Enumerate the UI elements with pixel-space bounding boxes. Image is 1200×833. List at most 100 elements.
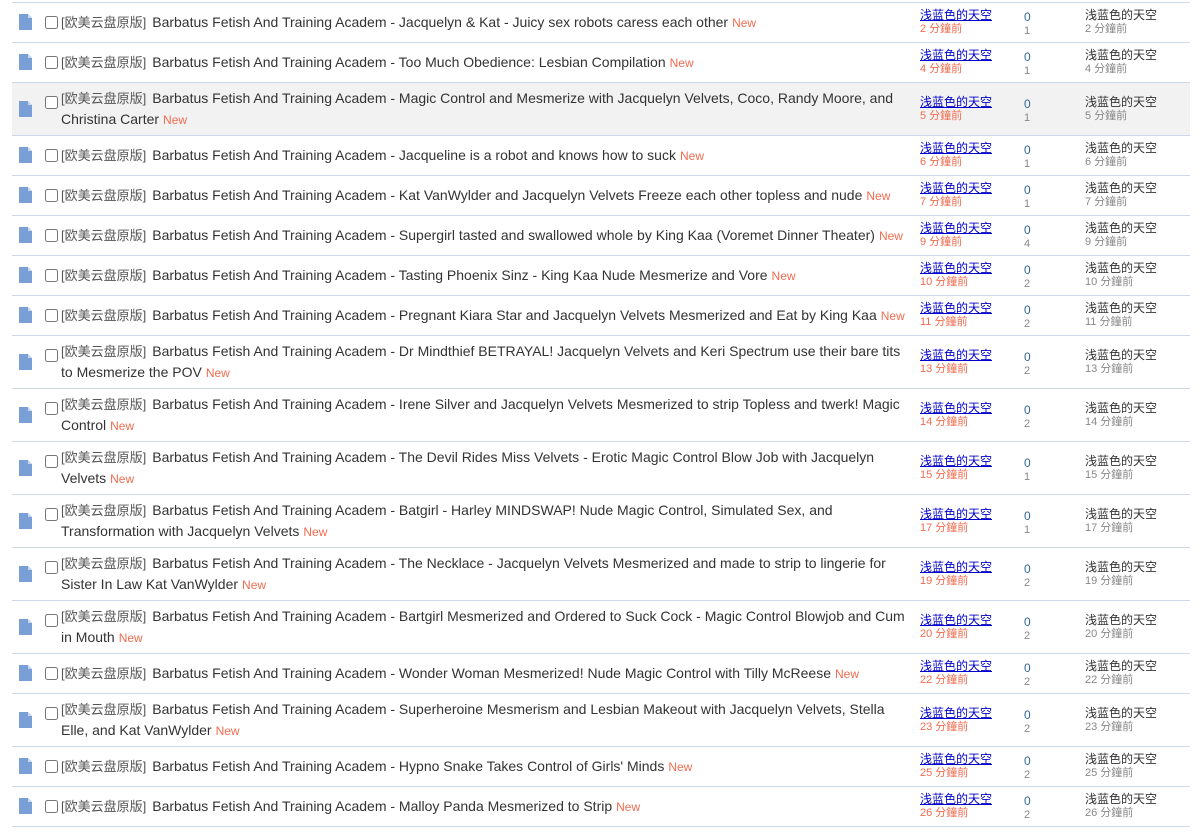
thread-row[interactable]: [欧美云盘原版] Barbatus Fetish And Training Aca… bbox=[12, 389, 1190, 442]
reply-count[interactable]: 0 bbox=[1024, 143, 1031, 157]
last-poster-link[interactable]: 浅蓝色的天空 bbox=[1085, 8, 1157, 22]
author-link[interactable]: 浅蓝色的天空 bbox=[920, 401, 992, 415]
author-link[interactable]: 浅蓝色的天空 bbox=[920, 141, 992, 155]
thread-title-link[interactable]: Barbatus Fetish And Training Academ - Dr… bbox=[61, 343, 900, 380]
author-link[interactable]: 浅蓝色的天空 bbox=[920, 221, 992, 235]
document-icon[interactable] bbox=[19, 798, 32, 814]
thread-row[interactable]: [欧美云盘原版] Barbatus Fetish And Training Aca… bbox=[12, 442, 1190, 495]
thread-row[interactable]: [欧美云盘原版] Barbatus Fetish And Training Aca… bbox=[12, 43, 1190, 83]
thread-title-link[interactable]: Barbatus Fetish And Training Academ - Ka… bbox=[152, 187, 862, 203]
document-icon[interactable] bbox=[19, 14, 32, 30]
reply-count[interactable]: 0 bbox=[1024, 183, 1031, 197]
document-icon[interactable] bbox=[19, 665, 32, 681]
last-poster-link[interactable]: 浅蓝色的天空 bbox=[1085, 95, 1157, 109]
document-icon[interactable] bbox=[19, 307, 32, 323]
last-poster-link[interactable]: 浅蓝色的天空 bbox=[1085, 613, 1157, 627]
author-link[interactable]: 浅蓝色的天空 bbox=[920, 181, 992, 195]
thread-title-link[interactable]: Barbatus Fetish And Training Academ - Wo… bbox=[152, 665, 831, 681]
author-link[interactable]: 浅蓝色的天空 bbox=[920, 507, 992, 521]
author-link[interactable]: 浅蓝色的天空 bbox=[920, 95, 992, 109]
thread-select-checkbox[interactable] bbox=[45, 16, 58, 29]
thread-row[interactable]: [欧美云盘原版] Barbatus Fetish And Training Aca… bbox=[12, 216, 1190, 256]
last-poster-link[interactable]: 浅蓝色的天空 bbox=[1085, 48, 1157, 62]
last-poster-link[interactable]: 浅蓝色的天空 bbox=[1085, 181, 1157, 195]
thread-row[interactable]: [欧美云盘原版] Barbatus Fetish And Training Aca… bbox=[12, 787, 1190, 827]
thread-select-checkbox[interactable] bbox=[45, 800, 58, 813]
reply-count[interactable]: 0 bbox=[1024, 615, 1031, 629]
thread-title-link[interactable]: Barbatus Fetish And Training Academ - Su… bbox=[152, 227, 875, 243]
thread-select-checkbox[interactable] bbox=[45, 269, 58, 282]
thread-select-checkbox[interactable] bbox=[45, 56, 58, 69]
author-link[interactable]: 浅蓝色的天空 bbox=[920, 261, 992, 275]
thread-title-link[interactable]: Barbatus Fetish And Training Academ - Th… bbox=[61, 555, 886, 592]
document-icon[interactable] bbox=[19, 459, 32, 476]
reply-count[interactable]: 0 bbox=[1024, 50, 1031, 64]
thread-row[interactable]: [欧美云盘原版] Barbatus Fetish And Training Aca… bbox=[12, 3, 1190, 43]
thread-title-link[interactable]: Barbatus Fetish And Training Academ - Th… bbox=[61, 449, 874, 486]
last-poster-link[interactable]: 浅蓝色的天空 bbox=[1085, 507, 1157, 521]
thread-title-link[interactable]: Barbatus Fetish And Training Academ - Ja… bbox=[152, 14, 728, 30]
document-icon[interactable] bbox=[19, 267, 32, 283]
thread-select-checkbox[interactable] bbox=[45, 149, 58, 162]
thread-row[interactable]: [欧美云盘原版] Barbatus Fetish And Training Aca… bbox=[12, 747, 1190, 787]
reply-count[interactable]: 0 bbox=[1024, 562, 1031, 576]
reply-count[interactable]: 0 bbox=[1024, 303, 1031, 317]
thread-select-checkbox[interactable] bbox=[45, 508, 58, 521]
author-link[interactable]: 浅蓝色的天空 bbox=[920, 752, 992, 766]
last-poster-link[interactable]: 浅蓝色的天空 bbox=[1085, 560, 1157, 574]
thread-select-checkbox[interactable] bbox=[45, 667, 58, 680]
thread-select-checkbox[interactable] bbox=[45, 760, 58, 773]
thread-title-link[interactable]: Barbatus Fetish And Training Academ - Ba… bbox=[61, 502, 833, 539]
reply-count[interactable]: 0 bbox=[1024, 97, 1031, 111]
author-link[interactable]: 浅蓝色的天空 bbox=[920, 706, 992, 720]
reply-count[interactable]: 0 bbox=[1024, 10, 1031, 24]
thread-row[interactable]: [欧美云盘原版] Barbatus Fetish And Training Aca… bbox=[12, 136, 1190, 176]
thread-select-checkbox[interactable] bbox=[45, 189, 58, 202]
thread-row[interactable]: [欧美云盘原版] Barbatus Fetish And Training Aca… bbox=[12, 256, 1190, 296]
last-poster-link[interactable]: 浅蓝色的天空 bbox=[1085, 792, 1157, 806]
last-poster-link[interactable]: 浅蓝色的天空 bbox=[1085, 348, 1157, 362]
document-icon[interactable] bbox=[19, 54, 32, 70]
document-icon[interactable] bbox=[19, 711, 32, 728]
document-icon[interactable] bbox=[19, 512, 32, 529]
author-link[interactable]: 浅蓝色的天空 bbox=[920, 659, 992, 673]
thread-title-link[interactable]: Barbatus Fetish And Training Academ - Pr… bbox=[152, 307, 877, 323]
reply-count[interactable]: 0 bbox=[1024, 509, 1031, 523]
thread-title-link[interactable]: Barbatus Fetish And Training Academ - Ma… bbox=[152, 798, 612, 814]
author-link[interactable]: 浅蓝色的天空 bbox=[920, 8, 992, 22]
thread-title-link[interactable]: Barbatus Fetish And Training Academ - Ta… bbox=[152, 267, 767, 283]
thread-select-checkbox[interactable] bbox=[45, 229, 58, 242]
document-icon[interactable] bbox=[19, 565, 32, 582]
reply-count[interactable]: 0 bbox=[1024, 263, 1031, 277]
last-poster-link[interactable]: 浅蓝色的天空 bbox=[1085, 752, 1157, 766]
document-icon[interactable] bbox=[19, 758, 32, 774]
thread-title-link[interactable]: Barbatus Fetish And Training Academ - To… bbox=[152, 54, 665, 70]
thread-row[interactable]: [欧美云盘原版] Barbatus Fetish And Training Aca… bbox=[12, 176, 1190, 216]
thread-row[interactable]: [欧美云盘原版] Barbatus Fetish And Training Aca… bbox=[12, 548, 1190, 601]
author-link[interactable]: 浅蓝色的天空 bbox=[920, 792, 992, 806]
document-icon[interactable] bbox=[19, 187, 32, 203]
thread-row[interactable]: [欧美云盘原版] Barbatus Fetish And Training Aca… bbox=[12, 495, 1190, 548]
document-icon[interactable] bbox=[19, 227, 32, 243]
thread-select-checkbox[interactable] bbox=[45, 455, 58, 468]
author-link[interactable]: 浅蓝色的天空 bbox=[920, 48, 992, 62]
thread-select-checkbox[interactable] bbox=[45, 402, 58, 415]
last-poster-link[interactable]: 浅蓝色的天空 bbox=[1085, 706, 1157, 720]
reply-count[interactable]: 0 bbox=[1024, 754, 1031, 768]
thread-row[interactable]: [欧美云盘原版] Barbatus Fetish And Training Aca… bbox=[12, 654, 1190, 694]
author-link[interactable]: 浅蓝色的天空 bbox=[920, 454, 992, 468]
last-poster-link[interactable]: 浅蓝色的天空 bbox=[1085, 454, 1157, 468]
thread-select-checkbox[interactable] bbox=[45, 614, 58, 627]
reply-count[interactable]: 0 bbox=[1024, 794, 1031, 808]
thread-select-checkbox[interactable] bbox=[45, 707, 58, 720]
author-link[interactable]: 浅蓝色的天空 bbox=[920, 613, 992, 627]
thread-title-link[interactable]: Barbatus Fetish And Training Academ - Su… bbox=[61, 701, 885, 738]
thread-title-link[interactable]: Barbatus Fetish And Training Academ - Ir… bbox=[61, 396, 900, 433]
thread-title-link[interactable]: Barbatus Fetish And Training Academ - Ja… bbox=[152, 147, 676, 163]
thread-select-checkbox[interactable] bbox=[45, 96, 58, 109]
document-icon[interactable] bbox=[19, 406, 32, 423]
document-icon[interactable] bbox=[19, 353, 32, 370]
thread-row[interactable]: [欧美云盘原版] Barbatus Fetish And Training Aca… bbox=[12, 83, 1190, 136]
thread-select-checkbox[interactable] bbox=[45, 561, 58, 574]
thread-select-checkbox[interactable] bbox=[45, 309, 58, 322]
